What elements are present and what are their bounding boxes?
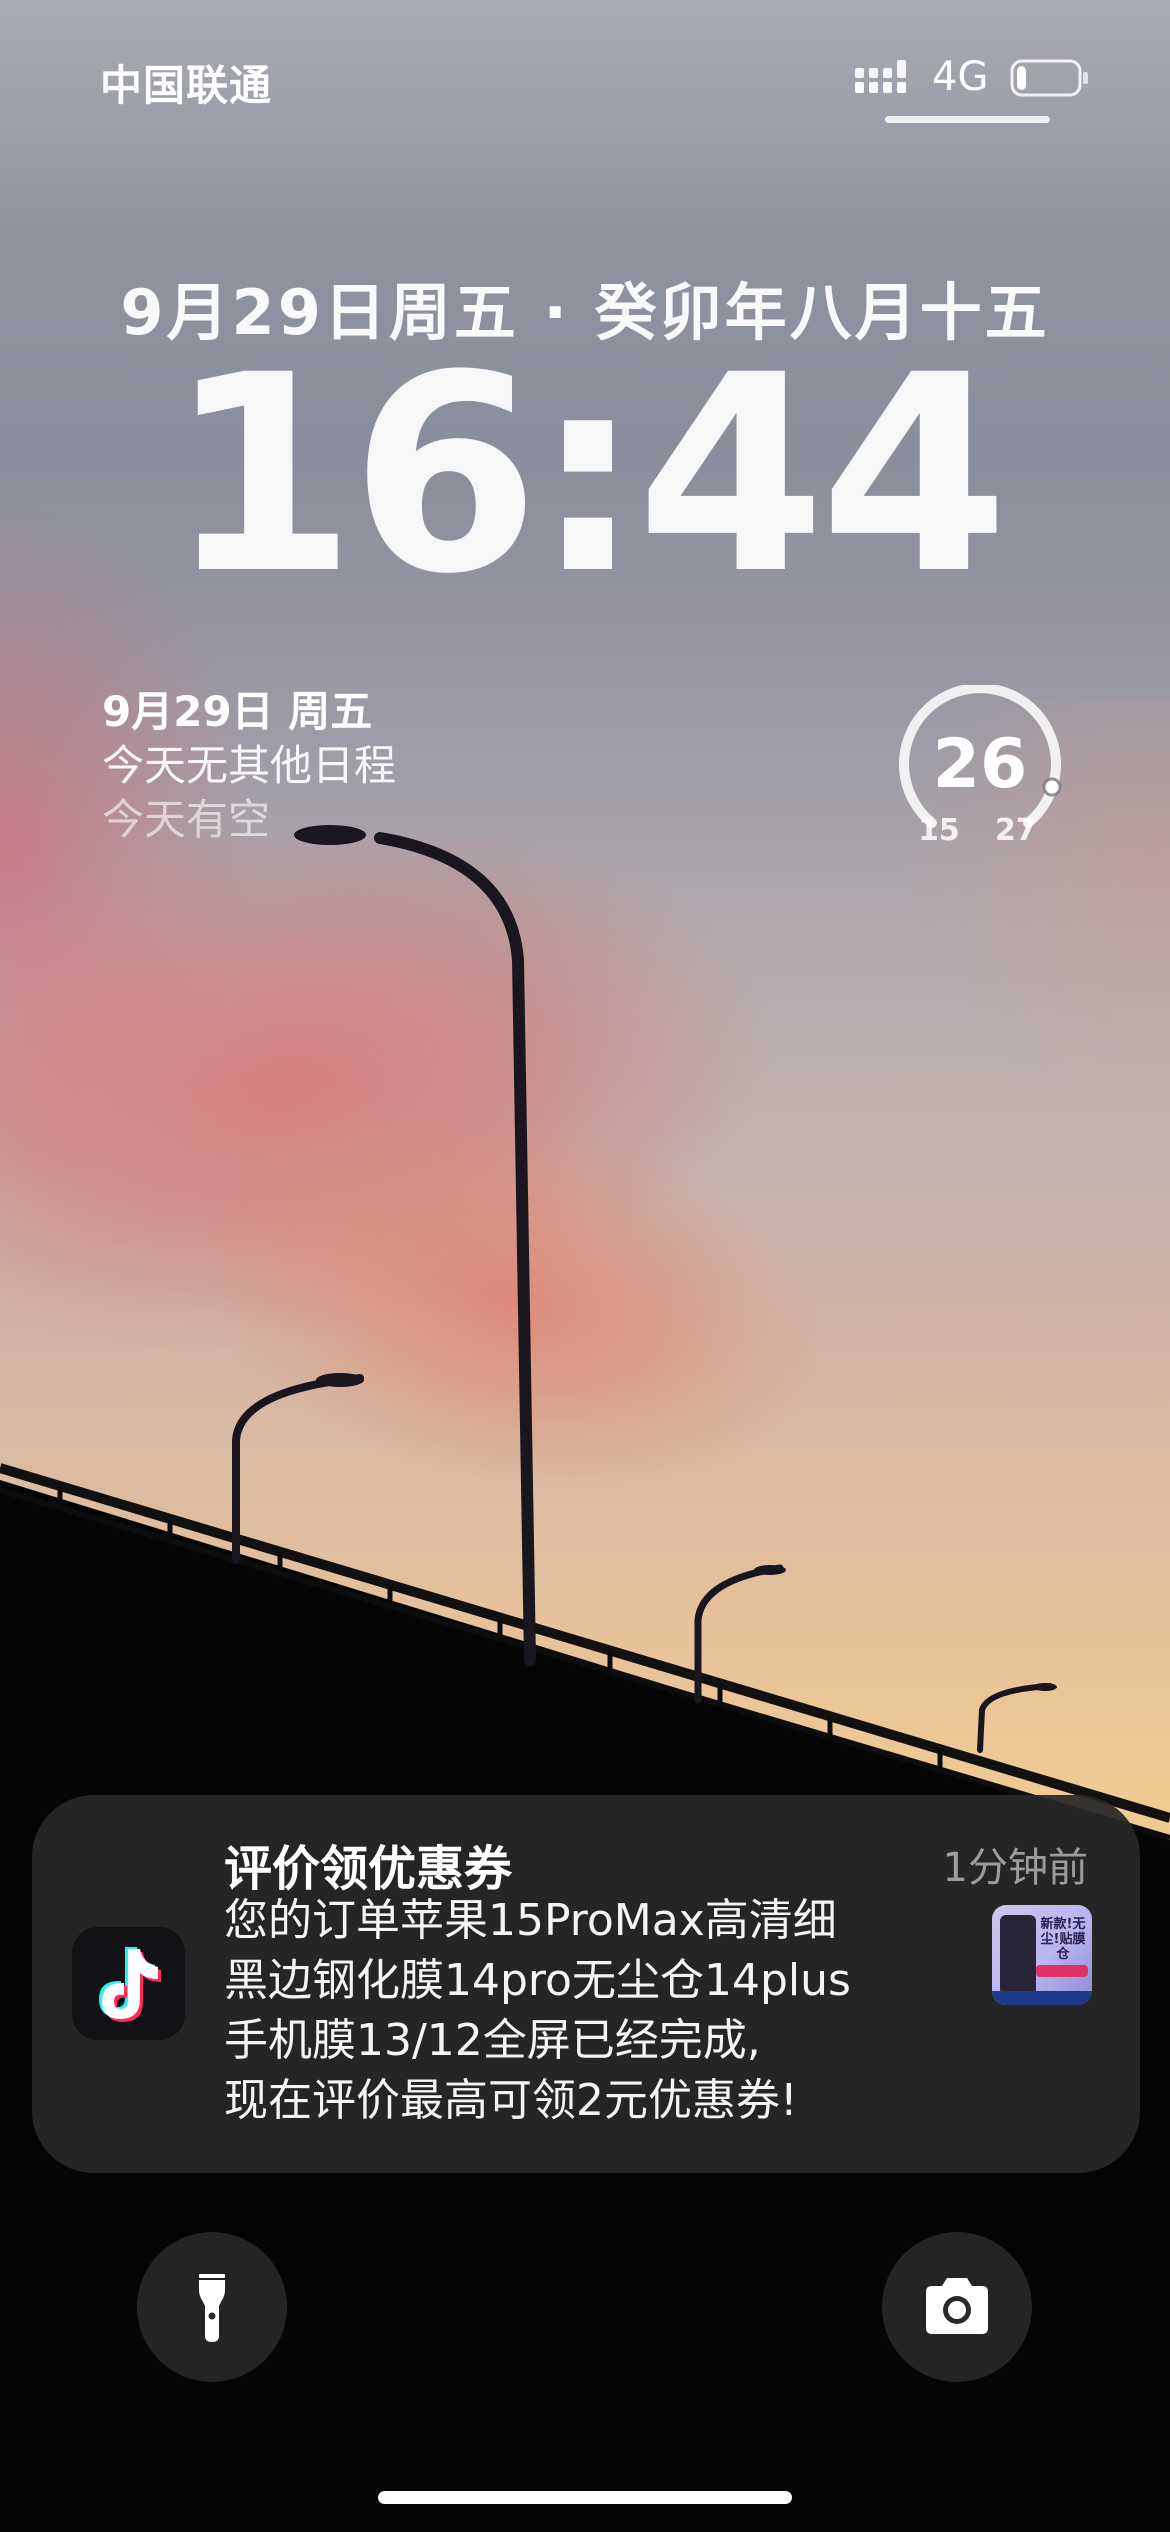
notification-thumbnail: 新款!无尘!贴膜仓 xyxy=(992,1905,1092,2005)
flashlight-icon xyxy=(199,2274,225,2342)
product-image xyxy=(1000,1915,1036,1995)
calendar-widget-date: 9月29日 周五 xyxy=(102,687,373,736)
camera-icon xyxy=(926,2278,988,2334)
calendar-widget-status: 今天无其他日程 xyxy=(102,741,397,790)
notification-time: 1分钟前 xyxy=(942,1845,1088,1891)
carrier-name: 中国联通 xyxy=(100,61,273,110)
notification-title: 评价领优惠券 xyxy=(224,1841,513,1897)
control-center-hint[interactable] xyxy=(885,116,1050,123)
thumbnail-caption: 新款!无尘!贴膜仓 xyxy=(1040,1917,1086,1962)
weather-low-temp: 15 xyxy=(918,813,960,848)
weather-current-temp: 26 xyxy=(932,725,1028,804)
thumbnail-footer xyxy=(992,1991,1092,2005)
status-bar: 中国联通 4G xyxy=(0,0,1170,150)
cellular-signal-icon xyxy=(855,60,906,93)
notification-body-line: 手机膜13/12全屏已经完成, xyxy=(224,2015,761,2066)
weather-widget[interactable]: 26 15 27 xyxy=(890,685,1070,855)
calendar-widget[interactable]: 9月29日 周五 今天无其他日程 今天有空 xyxy=(102,685,562,855)
lock-screen: 中国联通 4G 9月29日周五 · 癸卯年八月十五 16:44 9月29日 周五… xyxy=(0,0,1170,2532)
home-indicator[interactable] xyxy=(378,2491,792,2504)
network-type: 4G xyxy=(932,54,989,100)
notification-card[interactable]: 评价领优惠券 1分钟前 您的订单苹果15ProMax高清细 黑边钢化膜14pro… xyxy=(32,1795,1140,2173)
lock-clock: 16:44 xyxy=(167,318,1009,634)
tiktok-icon xyxy=(72,1927,185,2040)
calendar-widget-free: 今天有空 xyxy=(102,795,271,844)
thumbnail-tag xyxy=(1036,1965,1088,1977)
notification-body-line: 您的订单苹果15ProMax高清细 xyxy=(224,1895,837,1946)
weather-high-temp: 27 xyxy=(995,813,1037,848)
camera-button[interactable] xyxy=(882,2232,1032,2382)
notification-body-line: 黑边钢化膜14pro无尘仓14plus xyxy=(224,1955,851,2006)
flashlight-button[interactable] xyxy=(137,2232,287,2382)
notification-body-line: 现在评价最高可领2元优惠券! xyxy=(224,2075,798,2126)
notification-body: 您的订单苹果15ProMax高清细 黑边钢化膜14pro无尘仓14plus 手机… xyxy=(224,1891,984,2131)
battery-icon xyxy=(1010,59,1088,97)
